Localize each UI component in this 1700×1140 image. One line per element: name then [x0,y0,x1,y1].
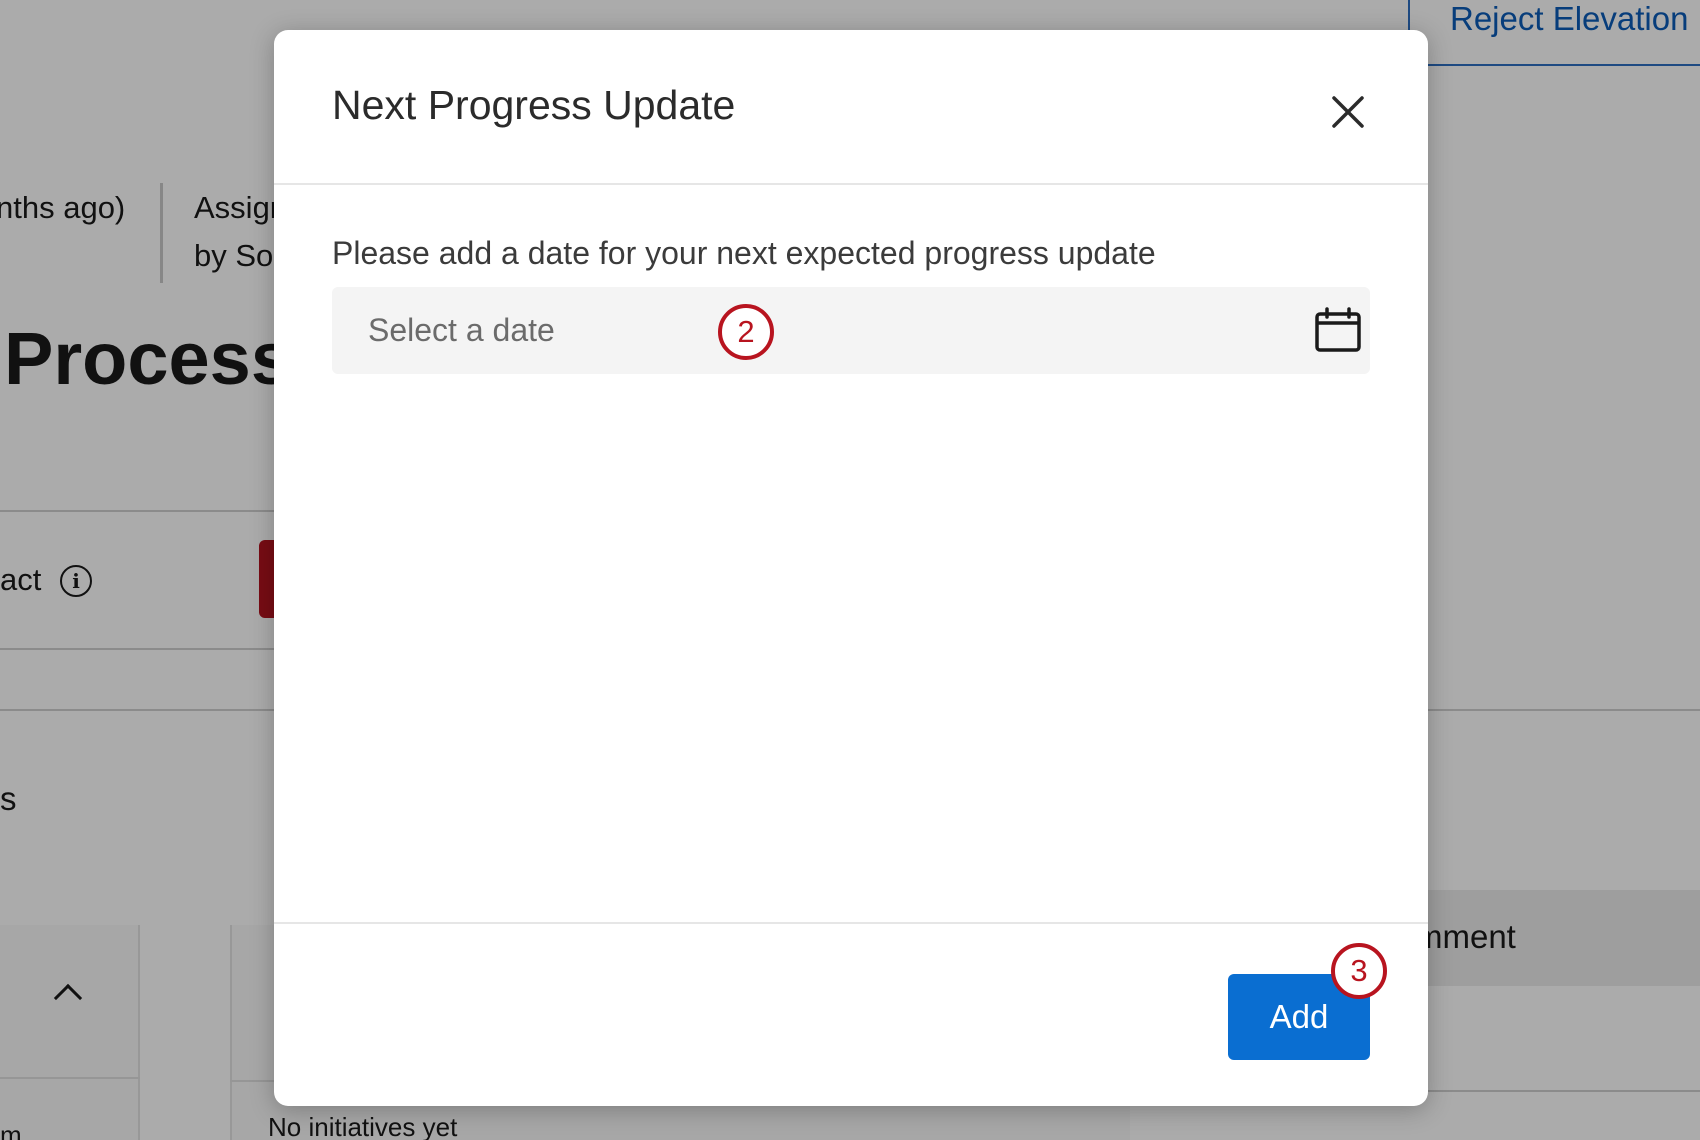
close-button[interactable] [1326,90,1370,134]
dialog-header: Next Progress Update [274,30,1428,185]
dialog-title: Next Progress Update [332,82,736,128]
step-marker-3: 3 [1331,943,1387,999]
calendar-icon[interactable] [1314,307,1362,353]
dialog-footer: Add [274,922,1428,1106]
date-input[interactable] [332,287,1370,374]
dialog-body: Please add a date for your next expected… [274,187,1428,952]
date-picker[interactable] [332,287,1370,374]
step-marker-2: 2 [718,304,774,360]
date-field-label: Please add a date for your next expected… [332,235,1156,271]
close-icon [1332,96,1364,128]
next-progress-update-dialog: Next Progress Update Please add a date f… [274,30,1428,1106]
